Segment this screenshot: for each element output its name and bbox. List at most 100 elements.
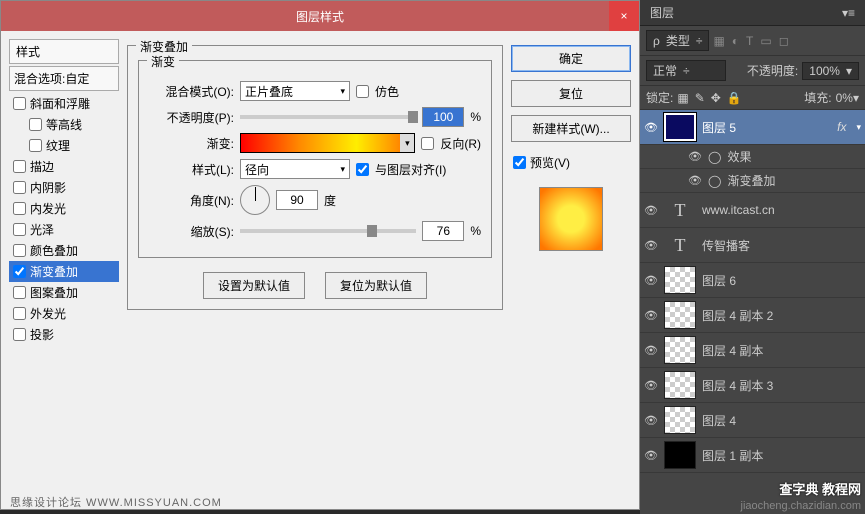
reset-default-button[interactable]: 复位为默认值: [325, 272, 427, 299]
style-item[interactable]: 颜色叠加: [9, 240, 119, 261]
dialog-titlebar[interactable]: 图层样式 ×: [1, 1, 639, 31]
layer-row[interactable]: 👁◯效果: [640, 145, 865, 169]
style-checkbox[interactable]: [13, 265, 26, 278]
shape-filter-icon[interactable]: ▭: [760, 34, 771, 48]
chevron-down-icon[interactable]: ▾: [400, 134, 414, 152]
reverse-checkbox[interactable]: [421, 137, 434, 150]
layer-row[interactable]: 👁 图层 4 副本 3: [640, 368, 865, 403]
style-item[interactable]: 纹理: [9, 135, 119, 156]
layer-row[interactable]: 👁 图层 5 fx ▾: [640, 110, 865, 145]
visibility-toggle[interactable]: 👁: [644, 274, 658, 287]
layer-name[interactable]: 图层 4 副本 2: [702, 307, 773, 324]
layer-name[interactable]: 渐变叠加: [727, 172, 775, 189]
style-item[interactable]: 投影: [9, 324, 119, 345]
style-checkbox[interactable]: [13, 244, 26, 257]
ok-button[interactable]: 确定: [511, 45, 631, 72]
style-checkbox[interactable]: [13, 160, 26, 173]
layer-name[interactable]: 图层 4 副本: [702, 342, 763, 359]
fx-badge[interactable]: fx: [837, 120, 850, 134]
angle-dial[interactable]: [240, 185, 270, 215]
blending-options[interactable]: 混合选项:自定: [9, 66, 119, 91]
layer-name[interactable]: 图层 1 副本: [702, 447, 763, 464]
layer-row[interactable]: 👁T传智播客: [640, 228, 865, 263]
opacity-slider[interactable]: [240, 115, 416, 119]
opacity-input[interactable]: 100: [422, 107, 464, 127]
layer-name[interactable]: 图层 5: [702, 119, 736, 136]
visibility-toggle[interactable]: 👁: [644, 239, 658, 252]
layer-thumbnail[interactable]: [664, 301, 696, 329]
layer-row[interactable]: 👁 图层 4 副本: [640, 333, 865, 368]
style-item[interactable]: 内阴影: [9, 177, 119, 198]
layer-thumbnail[interactable]: [664, 441, 696, 469]
close-button[interactable]: ×: [609, 1, 639, 31]
adjust-filter-icon[interactable]: ◐: [732, 34, 739, 48]
layer-opacity-input[interactable]: 100%▾: [802, 62, 859, 80]
set-default-button[interactable]: 设置为默认值: [203, 272, 305, 299]
layer-name[interactable]: 图层 6: [702, 272, 736, 289]
visibility-toggle[interactable]: 👁: [644, 414, 658, 427]
blend-mode-select[interactable]: 正片叠底 ▾: [240, 81, 350, 101]
layer-name[interactable]: 传智播客: [702, 237, 750, 254]
visibility-toggle[interactable]: 👁: [644, 309, 658, 322]
lock-transparent-icon[interactable]: ▦: [677, 91, 688, 105]
style-checkbox[interactable]: [13, 181, 26, 194]
style-checkbox[interactable]: [13, 307, 26, 320]
style-checkbox[interactable]: [13, 97, 26, 110]
layers-tab[interactable]: 图层: [650, 4, 674, 21]
layer-thumbnail[interactable]: [664, 371, 696, 399]
style-item[interactable]: 光泽: [9, 219, 119, 240]
new-style-button[interactable]: 新建样式(W)...: [511, 115, 631, 142]
visibility-toggle[interactable]: 👁: [688, 174, 702, 187]
layer-thumbnail[interactable]: [664, 113, 696, 141]
pixel-filter-icon[interactable]: ▦: [713, 34, 724, 48]
style-select[interactable]: 径向 ▾: [240, 159, 350, 179]
align-checkbox[interactable]: [356, 163, 369, 176]
style-item[interactable]: 内发光: [9, 198, 119, 219]
dither-checkbox[interactable]: [356, 85, 369, 98]
layer-row[interactable]: 👁 图层 1 副本: [640, 438, 865, 473]
style-item[interactable]: 渐变叠加: [9, 261, 119, 282]
style-item[interactable]: 图案叠加: [9, 282, 119, 303]
layer-row[interactable]: 👁 图层 4: [640, 403, 865, 438]
style-checkbox[interactable]: [13, 328, 26, 341]
layer-thumbnail[interactable]: [664, 406, 696, 434]
style-checkbox[interactable]: [29, 139, 42, 152]
visibility-toggle[interactable]: 👁: [644, 344, 658, 357]
layer-name[interactable]: 图层 4 副本 3: [702, 377, 773, 394]
layer-row[interactable]: 👁 图层 4 副本 2: [640, 298, 865, 333]
lock-all-icon[interactable]: 🔒: [727, 91, 742, 105]
visibility-toggle[interactable]: 👁: [644, 379, 658, 392]
style-item[interactable]: 斜面和浮雕: [9, 93, 119, 114]
scale-input[interactable]: 76: [422, 221, 464, 241]
panel-menu-icon[interactable]: ▾≡: [842, 6, 855, 20]
style-checkbox[interactable]: [13, 286, 26, 299]
angle-input[interactable]: 90: [276, 190, 318, 210]
visibility-toggle[interactable]: 👁: [644, 121, 658, 134]
layer-name[interactable]: 图层 4: [702, 412, 736, 429]
lock-position-icon[interactable]: ✥: [711, 91, 721, 105]
visibility-toggle[interactable]: 👁: [688, 150, 702, 163]
styles-header[interactable]: 样式: [9, 39, 119, 64]
style-checkbox[interactable]: [13, 202, 26, 215]
preview-checkbox[interactable]: [513, 156, 526, 169]
layer-row[interactable]: 👁 图层 6: [640, 263, 865, 298]
gradient-picker[interactable]: ▾: [240, 133, 415, 153]
layer-thumbnail[interactable]: [664, 266, 696, 294]
style-item[interactable]: 描边: [9, 156, 119, 177]
layer-name[interactable]: 效果: [727, 148, 751, 165]
fill-input[interactable]: 0%▾: [836, 91, 859, 105]
filter-type-select[interactable]: ρ类型÷: [646, 30, 709, 51]
style-item[interactable]: 外发光: [9, 303, 119, 324]
scale-slider[interactable]: [240, 229, 416, 233]
lock-pixels-icon[interactable]: ✎: [695, 91, 705, 105]
text-filter-icon[interactable]: T: [746, 34, 753, 48]
visibility-toggle[interactable]: 👁: [644, 449, 658, 462]
layer-row[interactable]: 👁Twww.itcast.cn: [640, 193, 865, 228]
layer-thumbnail[interactable]: [664, 336, 696, 364]
chevron-down-icon[interactable]: ▾: [856, 122, 861, 133]
blend-mode-select[interactable]: 正常÷: [646, 60, 726, 81]
layer-name[interactable]: www.itcast.cn: [702, 203, 775, 217]
style-checkbox[interactable]: [29, 118, 42, 131]
cancel-button[interactable]: 复位: [511, 80, 631, 107]
smart-filter-icon[interactable]: ◻: [779, 34, 789, 48]
